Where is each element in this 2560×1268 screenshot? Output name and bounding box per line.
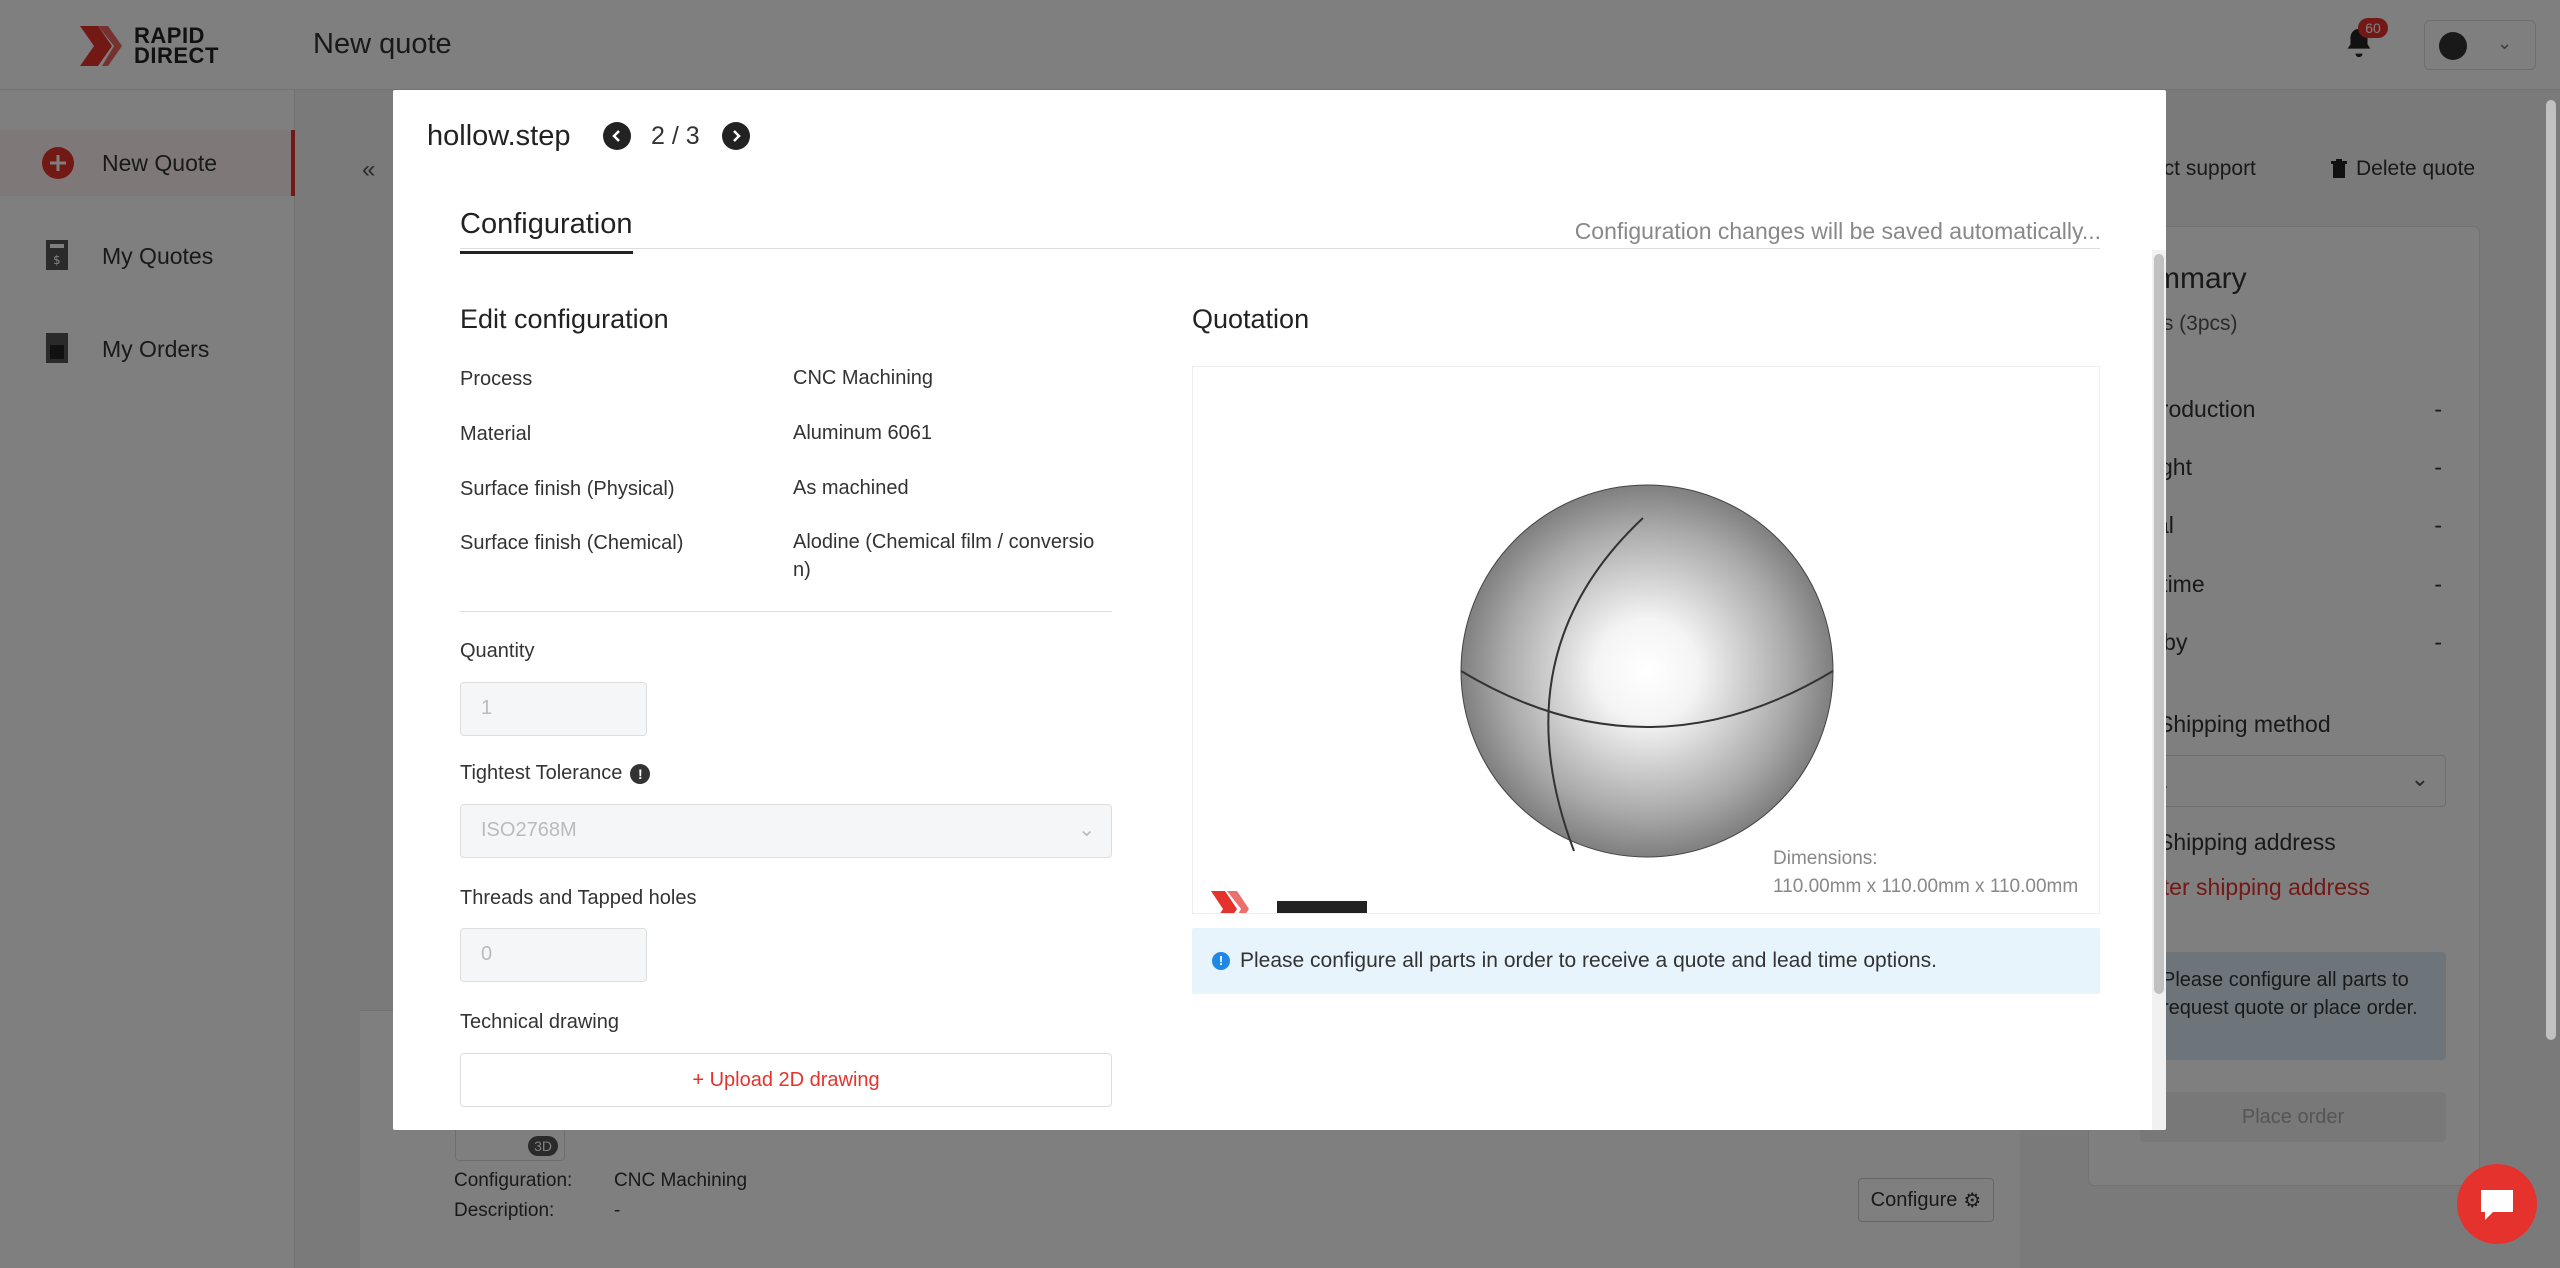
3d-model-viewer[interactable]: Dimensions: 110.00mm x 110.00mm x 110.00… [1192, 366, 2100, 914]
tolerance-label-text: Tightest Tolerance [460, 762, 623, 784]
threads-label: Threads and Tapped holes [460, 887, 696, 910]
config-divider [460, 611, 1112, 612]
config-key: Surface finish (Physical) [460, 478, 675, 500]
tab-divider [460, 248, 2100, 249]
quote-info-text: Please configure all parts in order to r… [1240, 949, 1937, 972]
viewer-watermark-logo [1211, 891, 1367, 913]
config-value[interactable]: As machined [793, 474, 1103, 502]
part-pager: 2 / 3 [651, 122, 700, 150]
config-value[interactable]: CNC Machining [793, 364, 1103, 392]
sphere-model [1460, 484, 1834, 858]
technical-drawing-label-text: Technical drawing [460, 1011, 619, 1033]
config-value[interactable]: Alodine (Chemical film / conversion) [793, 528, 1103, 584]
chat-icon [2481, 1190, 2513, 1220]
next-part-button[interactable] [722, 122, 750, 150]
quantity-label: Quantity [460, 640, 534, 663]
quote-info-banner: ! Please configure all parts in order to… [1192, 928, 2100, 994]
tolerance-label: Tightest Tolerance ! [460, 762, 651, 785]
config-key: Material [460, 423, 532, 445]
quantity-input[interactable]: 1 [460, 682, 647, 736]
modal-filename: hollow.step [427, 120, 571, 152]
dimensions-value: 110.00mm x 110.00mm x 110.00mm [1773, 876, 2079, 897]
modal-scrollbar-thumb[interactable] [2154, 254, 2164, 994]
threads-label-text: Threads and Tapped holes [460, 887, 697, 909]
threads-input[interactable]: 0 [460, 928, 647, 982]
tolerance-select[interactable]: ISO2768M ⌄ [460, 804, 1112, 858]
edit-configuration-title: Edit configuration [460, 304, 669, 334]
page-scrollbar[interactable] [2546, 100, 2556, 1040]
quantity-label-text: Quantity [460, 640, 535, 662]
part-config-modal: hollow.step 2 / 3 Configuration Configur… [393, 90, 2166, 1130]
config-key: Surface finish (Chemical) [460, 532, 684, 554]
dimensions-label: Dimensions: [1773, 848, 1878, 869]
config-value[interactable]: Aluminum 6061 [793, 419, 1103, 447]
info-icon: ! [1212, 952, 1230, 970]
previous-part-button[interactable] [603, 122, 631, 150]
tolerance-select-value: ISO2768M [481, 819, 577, 841]
info-icon[interactable]: ! [630, 763, 651, 784]
chevron-right-icon [733, 130, 741, 142]
chevron-down-icon: ⌄ [1078, 819, 1095, 841]
chevron-left-icon [612, 130, 620, 142]
config-key: Process [460, 368, 533, 390]
quotation-title: Quotation [1192, 304, 1310, 334]
upload-2d-drawing-button[interactable]: + Upload 2D drawing [460, 1053, 1112, 1107]
autosave-notice: Configuration changes will be saved auto… [1574, 218, 2101, 244]
chat-button[interactable] [2457, 1164, 2537, 1244]
technical-drawing-label: Technical drawing [460, 1011, 619, 1034]
